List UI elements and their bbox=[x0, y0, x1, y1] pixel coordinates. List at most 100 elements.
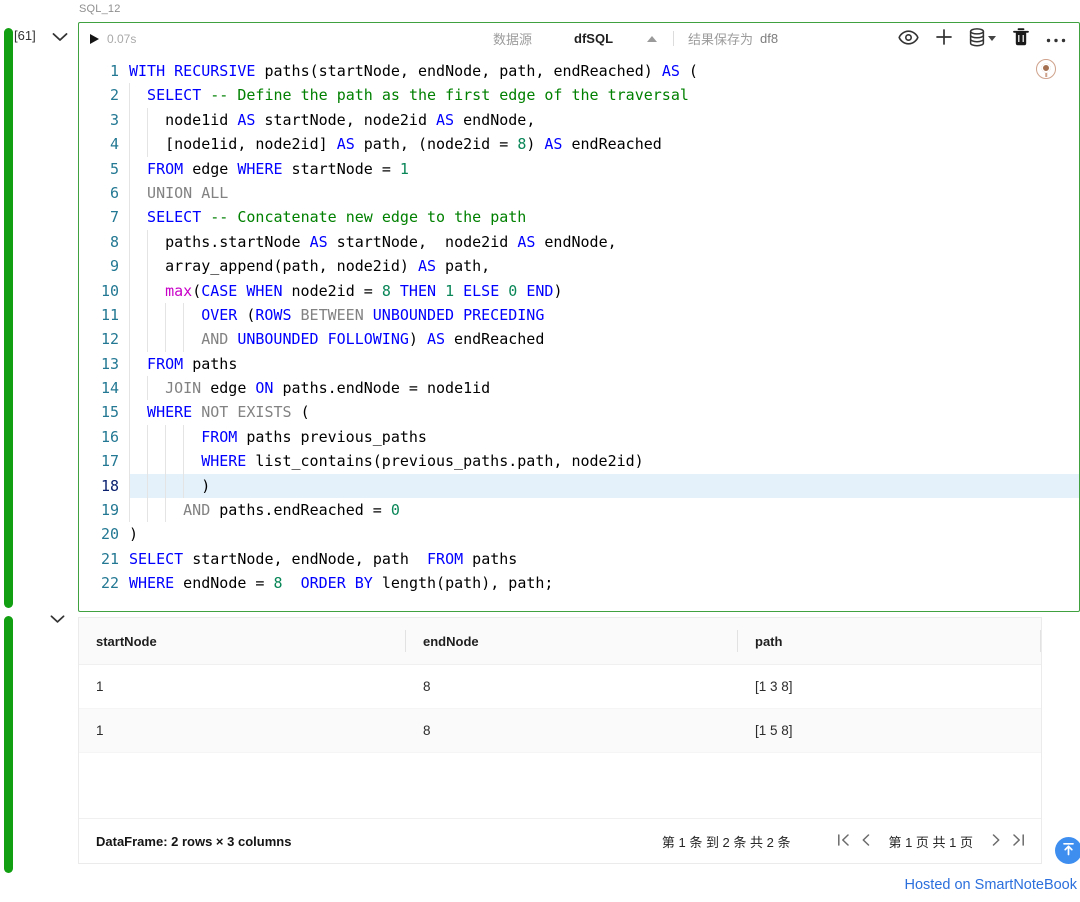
code-line: 14 JOIN edge ON paths.endNode = node1id bbox=[79, 376, 1079, 400]
eye-icon bbox=[898, 30, 919, 48]
collapse-result-button[interactable] bbox=[48, 610, 67, 629]
code-line: 16 FROM paths previous_paths bbox=[79, 425, 1079, 449]
first-page-button[interactable] bbox=[832, 829, 854, 853]
code-line-content: SELECT startNode, endNode, path FROM pat… bbox=[129, 547, 1079, 571]
indent-guide bbox=[147, 279, 165, 303]
cell-header: 0.07s 数据源 dfSQL 结果保存为 df8 bbox=[79, 23, 1079, 54]
code-line-content: FROM paths previous_paths bbox=[129, 425, 1079, 449]
indent-guide bbox=[129, 425, 147, 449]
table-body: 18[1 3 8]18[1 5 8] bbox=[79, 665, 1041, 753]
indent-guide bbox=[147, 376, 165, 400]
indent-guide bbox=[129, 83, 147, 107]
indent-guide bbox=[183, 474, 201, 498]
table-row: 18[1 3 8] bbox=[79, 665, 1041, 709]
indent-guide bbox=[147, 474, 165, 498]
code-line-content: WITH RECURSIVE paths(startNode, endNode,… bbox=[129, 59, 1079, 83]
save-as-label: 结果保存为 bbox=[688, 29, 753, 48]
code-line-content: AND paths.endReached = 0 bbox=[129, 498, 1079, 522]
result-panel: startNodeendNodepath 18[1 3 8]18[1 5 8] … bbox=[78, 617, 1042, 864]
triangle-up-icon[interactable] bbox=[647, 36, 657, 42]
trash-icon bbox=[1013, 28, 1029, 49]
indent-guide bbox=[165, 303, 183, 327]
indent-guide bbox=[129, 327, 147, 351]
indent-guide bbox=[129, 230, 147, 254]
code-line: 11 OVER (ROWS BETWEEN UNBOUNDED PRECEDIN… bbox=[79, 303, 1079, 327]
dataframe-summary: DataFrame: 2 rows × 3 columns bbox=[96, 834, 291, 849]
next-page-button[interactable] bbox=[985, 829, 1007, 853]
line-number: 12 bbox=[79, 327, 119, 351]
datasource-label: 数据源 bbox=[493, 29, 532, 48]
table-cell: 1 bbox=[79, 679, 406, 694]
run-button[interactable]: 0.07s bbox=[90, 32, 136, 46]
indent-guide bbox=[147, 254, 165, 278]
code-line-content: max(CASE WHEN node2id = 8 THEN 1 ELSE 0 … bbox=[129, 279, 1079, 303]
indent-guide bbox=[129, 400, 147, 424]
line-number: 10 bbox=[79, 279, 119, 303]
datasource-menu-button[interactable] bbox=[969, 28, 996, 50]
code-line-content: SELECT -- Concatenate new edge to the pa… bbox=[129, 205, 1079, 229]
code-line-content: WHERE NOT EXISTS ( bbox=[129, 400, 1079, 424]
line-number: 2 bbox=[79, 83, 119, 107]
caret-down-icon bbox=[988, 36, 996, 41]
column-header-startNode: startNode bbox=[79, 618, 406, 664]
arrow-up-to-bar-icon bbox=[1062, 842, 1075, 859]
indent-guide bbox=[147, 230, 165, 254]
code-editor[interactable]: 1WITH RECURSIVE paths(startNode, endNode… bbox=[79, 54, 1079, 596]
save-as-value[interactable]: df8 bbox=[760, 31, 778, 46]
chevron-down-icon bbox=[50, 612, 65, 627]
code-line: 6 UNION ALL bbox=[79, 181, 1079, 205]
indent-guide bbox=[129, 132, 147, 156]
indent-guide bbox=[165, 425, 183, 449]
cell-toolbar bbox=[898, 28, 1066, 50]
more-actions-button[interactable] bbox=[1046, 31, 1066, 46]
code-line-content: FROM edge WHERE startNode = 1 bbox=[129, 157, 1079, 181]
indent-guide bbox=[129, 474, 147, 498]
engine-selector[interactable]: dfSQL bbox=[574, 31, 613, 46]
code-line: 18 ) bbox=[79, 474, 1079, 498]
line-number: 17 bbox=[79, 449, 119, 473]
sql-cell: 0.07s 数据源 dfSQL 结果保存为 df8 bbox=[78, 22, 1080, 612]
column-header-path: path bbox=[738, 618, 1041, 664]
last-page-icon bbox=[1012, 834, 1025, 849]
collapse-cell-button[interactable] bbox=[50, 28, 70, 47]
indent-guide bbox=[129, 157, 147, 181]
code-line-content: node1id AS startNode, node2id AS endNode… bbox=[129, 108, 1079, 132]
delete-cell-button[interactable] bbox=[1013, 28, 1029, 49]
code-line: 20) bbox=[79, 522, 1079, 546]
code-line-content: WHERE endNode = 8 ORDER BY length(path),… bbox=[129, 571, 1079, 595]
indent-guide bbox=[129, 498, 147, 522]
last-page-button[interactable] bbox=[1007, 829, 1029, 853]
table-cell: [1 5 8] bbox=[738, 723, 1041, 738]
code-line: 21SELECT startNode, endNode, path FROM p… bbox=[79, 547, 1079, 571]
preview-button[interactable] bbox=[898, 30, 919, 48]
hosted-link[interactable]: Hosted on SmartNoteBook bbox=[905, 877, 1077, 893]
back-to-top-button[interactable] bbox=[1055, 837, 1080, 864]
play-icon bbox=[90, 34, 99, 44]
execution-count: [61] bbox=[14, 28, 36, 43]
pagination-range: 第 1 条 到 2 条 共 2 条 bbox=[662, 832, 791, 851]
chevron-left-icon bbox=[861, 834, 870, 849]
execution-indicator-bar-code bbox=[4, 28, 13, 608]
indent-guide bbox=[165, 474, 183, 498]
line-number: 11 bbox=[79, 303, 119, 327]
execution-indicator-bar-result bbox=[4, 616, 13, 873]
indent-guide bbox=[183, 327, 201, 351]
indent-guide bbox=[129, 181, 147, 205]
prev-page-button[interactable] bbox=[854, 829, 876, 853]
code-line-content: SELECT -- Define the path as the first e… bbox=[129, 83, 1079, 107]
line-number: 13 bbox=[79, 352, 119, 376]
code-line-content: [node1id, node2id] AS path, (node2id = 8… bbox=[129, 132, 1079, 156]
table-cell: 8 bbox=[406, 723, 738, 738]
line-number: 18 bbox=[79, 474, 119, 498]
indent-guide bbox=[147, 108, 165, 132]
code-line: 8 paths.startNode AS startNode, node2id … bbox=[79, 230, 1079, 254]
indent-guide bbox=[183, 449, 201, 473]
indent-guide bbox=[129, 352, 147, 376]
table-footer: DataFrame: 2 rows × 3 columns 第 1 条 到 2 … bbox=[79, 818, 1041, 863]
add-cell-button[interactable] bbox=[936, 29, 952, 48]
run-time: 0.07s bbox=[107, 32, 136, 46]
code-line: 22WHERE endNode = 8 ORDER BY length(path… bbox=[79, 571, 1079, 595]
code-line: 10 max(CASE WHEN node2id = 8 THEN 1 ELSE… bbox=[79, 279, 1079, 303]
chevron-down-icon bbox=[52, 30, 68, 45]
table-row: 18[1 5 8] bbox=[79, 709, 1041, 753]
